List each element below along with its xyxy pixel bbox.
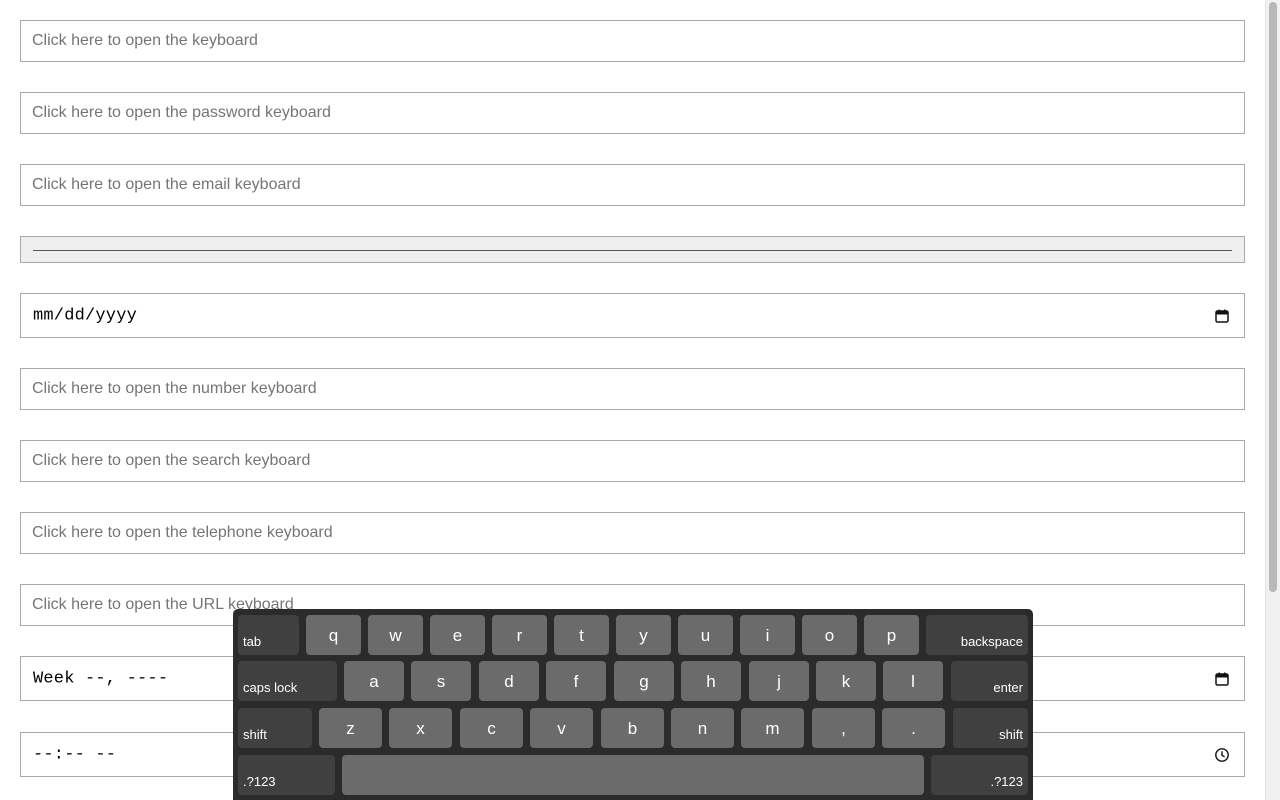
key-label: r	[516, 626, 523, 645]
key-n[interactable]: n	[671, 708, 734, 748]
key-b[interactable]: b	[601, 708, 664, 748]
key-label: p	[886, 626, 897, 645]
text-input[interactable]	[21, 21, 1244, 61]
key-label: b	[627, 719, 638, 738]
key-x[interactable]: x	[389, 708, 452, 748]
key-label: k	[841, 672, 851, 691]
key-label: t	[579, 626, 584, 645]
tab-key-label: tab	[243, 634, 262, 649]
key-label: g	[639, 672, 649, 691]
key-l[interactable]: l	[883, 661, 943, 701]
key-label: m	[765, 719, 780, 738]
time-value: --:-- --	[33, 745, 117, 764]
tab-key[interactable]: tab	[238, 615, 299, 655]
key-c[interactable]: c	[460, 708, 523, 748]
key-o[interactable]: o	[802, 615, 857, 655]
key-w[interactable]: w	[368, 615, 423, 655]
key-y[interactable]: y	[616, 615, 671, 655]
range-slider[interactable]	[20, 236, 1245, 263]
key-h[interactable]: h	[681, 661, 741, 701]
key-f[interactable]: f	[546, 661, 606, 701]
shift-key-label: shift	[243, 727, 267, 742]
key-q[interactable]: q	[306, 615, 361, 655]
key-label: x	[416, 719, 425, 738]
symbols-key-label: .?123	[243, 774, 276, 789]
key-k[interactable]: k	[816, 661, 876, 701]
key-label: c	[487, 719, 496, 738]
symbols-left-key[interactable]: .?123	[238, 755, 335, 795]
key-v[interactable]: v	[530, 708, 593, 748]
key-p[interactable]: p	[864, 615, 919, 655]
key-label: s	[436, 672, 446, 691]
clock-icon[interactable]	[1214, 747, 1230, 763]
telephone-field[interactable]	[20, 512, 1245, 554]
key-comma[interactable]: ,	[812, 708, 875, 748]
shift-key-label: shift	[999, 727, 1023, 742]
key-label: v	[557, 719, 566, 738]
number-field[interactable]	[20, 368, 1245, 410]
week-value: Week --, ----	[33, 669, 169, 688]
key-r[interactable]: r	[492, 615, 547, 655]
key-label: w	[389, 626, 402, 645]
enter-key[interactable]: enter	[951, 661, 1028, 701]
key-period[interactable]: .	[882, 708, 945, 748]
key-a[interactable]: a	[344, 661, 404, 701]
page-scrollbar[interactable]	[1265, 0, 1280, 800]
search-field[interactable]	[20, 440, 1245, 482]
key-j[interactable]: j	[749, 661, 809, 701]
range-track[interactable]	[33, 250, 1232, 251]
key-s[interactable]: s	[411, 661, 471, 701]
calendar-icon[interactable]	[1214, 308, 1230, 324]
space-key[interactable]	[342, 755, 924, 795]
key-label: u	[700, 626, 711, 645]
key-d[interactable]: d	[479, 661, 539, 701]
key-label: e	[452, 626, 463, 645]
key-label: h	[706, 672, 716, 691]
key-label: .	[911, 719, 916, 738]
date-value: mm/dd/yyyy	[33, 306, 138, 325]
key-label: q	[328, 626, 339, 645]
key-label: l	[911, 672, 915, 691]
key-label: f	[573, 672, 579, 691]
password-input[interactable]	[21, 93, 1244, 133]
key-label: o	[824, 626, 835, 645]
text-field[interactable]	[20, 20, 1245, 62]
key-label: j	[777, 672, 781, 691]
enter-key-label: enter	[993, 680, 1023, 695]
scrollbar-thumb[interactable]	[1269, 2, 1277, 592]
virtual-keyboard: tab q w e r t y u i o p backspace caps l…	[233, 609, 1033, 800]
shift-left-key[interactable]: shift	[238, 708, 312, 748]
shift-right-key[interactable]: shift	[953, 708, 1028, 748]
backspace-key-label: backspace	[960, 634, 1023, 649]
key-label: a	[369, 672, 379, 691]
caps-lock-key-label: caps lock	[243, 680, 298, 695]
key-label: i	[765, 626, 770, 645]
key-t[interactable]: t	[554, 615, 609, 655]
key-e[interactable]: e	[430, 615, 485, 655]
key-m[interactable]: m	[741, 708, 804, 748]
backspace-key[interactable]: backspace	[926, 615, 1028, 655]
search-input[interactable]	[21, 441, 1244, 481]
key-label: n	[697, 719, 708, 738]
calendar-icon[interactable]	[1214, 671, 1230, 687]
telephone-input[interactable]	[21, 513, 1244, 553]
email-field[interactable]	[20, 164, 1245, 206]
symbols-key-label: .?123	[990, 774, 1023, 789]
symbols-right-key[interactable]: .?123	[931, 755, 1028, 795]
password-field[interactable]	[20, 92, 1245, 134]
key-g[interactable]: g	[614, 661, 674, 701]
key-label: y	[639, 626, 648, 645]
key-u[interactable]: u	[678, 615, 733, 655]
date-field[interactable]: mm/dd/yyyy	[20, 293, 1245, 338]
key-label: d	[504, 672, 514, 691]
email-input[interactable]	[21, 165, 1244, 205]
key-label: z	[346, 719, 355, 738]
key-z[interactable]: z	[319, 708, 382, 748]
number-input[interactable]	[21, 369, 1244, 409]
key-i[interactable]: i	[740, 615, 795, 655]
caps-lock-key[interactable]: caps lock	[238, 661, 337, 701]
key-label: ,	[841, 719, 846, 738]
